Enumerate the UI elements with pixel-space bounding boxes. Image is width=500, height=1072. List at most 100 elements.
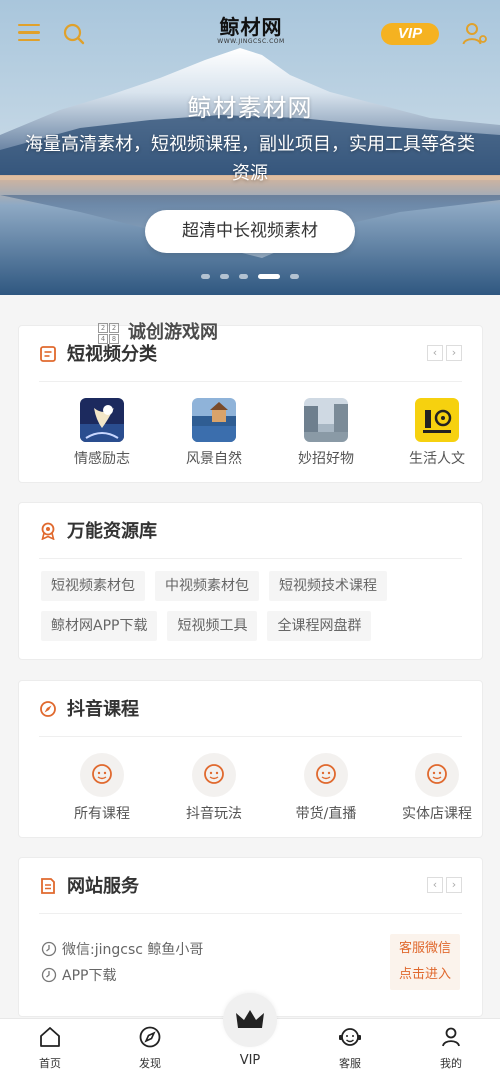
course-label: 所有课程 — [74, 806, 130, 822]
douyin-courses-card: 抖音课程 所有课程 抖音玩法 带货/直播 实体店课程 — [18, 680, 483, 838]
nav-home[interactable]: 首页 — [20, 1025, 80, 1071]
cart-logo-thumb — [415, 398, 459, 442]
app-page: 鲸材网 WWW.JINGCSC.COM VIP 鲸材素材网 海量高清素材，短视频… — [0, 0, 500, 1072]
category-item[interactable]: 情感励志 — [52, 398, 152, 468]
category-label: 生活人文 — [409, 451, 465, 467]
nav-vip[interactable] — [223, 993, 277, 1047]
watermark-text: 诚创游戏网 — [128, 322, 218, 343]
menu-icon[interactable] — [18, 24, 40, 42]
street-thumb — [304, 398, 348, 442]
moon-night-thumb — [80, 398, 124, 442]
resource-library-header: 万能资源库 — [39, 503, 462, 559]
resource-tag[interactable]: 鲸材网APP下载 — [41, 611, 158, 641]
watermark-grid: 2248 — [98, 323, 122, 345]
nav-profile[interactable]: 我的 — [421, 1025, 481, 1071]
category-label: 妙招好物 — [298, 451, 354, 467]
pager-prev-button[interactable]: ‹ — [427, 877, 443, 893]
service-header: 网站服务 ‹ › — [39, 858, 462, 914]
compass-icon — [40, 701, 56, 717]
douyin-courses-header: 抖音课程 — [39, 681, 462, 737]
resource-tag[interactable]: 短视频工具 — [167, 611, 258, 641]
nav-discover[interactable]: 发现 — [120, 1025, 180, 1071]
tag-row: 鲸材网APP下载 短视频工具 全课程网盘群 — [41, 611, 471, 649]
smile-chat-icon — [304, 753, 348, 797]
smile-chat-icon — [80, 753, 124, 797]
crown-icon — [236, 1010, 264, 1028]
vip-button[interactable]: VIP — [381, 23, 439, 45]
course-item[interactable]: 所有课程 — [47, 753, 157, 823]
nav-label: 我的 — [440, 1057, 462, 1070]
profile-icon — [442, 1027, 460, 1047]
carousel-dot[interactable] — [201, 274, 210, 279]
nav-label: 客服 — [339, 1057, 361, 1070]
search-icon[interactable] — [62, 22, 86, 46]
nav-label: 发现 — [139, 1057, 161, 1070]
course-label: 抖音玩法 — [186, 806, 242, 822]
pager-prev-button[interactable]: ‹ — [427, 345, 443, 361]
tag-row: 短视频素材包 中视频素材包 短视频技术课程 — [41, 571, 471, 609]
service-pager: ‹ › — [424, 877, 462, 893]
carousel-dot-active[interactable] — [258, 274, 280, 279]
carousel-dot[interactable] — [220, 274, 229, 279]
site-logo[interactable]: 鲸材网 WWW.JINGCSC.COM — [206, 16, 296, 45]
service-line-text: 微信:jingcsc 鲸鱼小哥 — [62, 942, 204, 958]
hero-title: 鲸材素材网 — [187, 94, 313, 122]
course-item[interactable]: 抖音玩法 — [159, 753, 269, 823]
service-lines: 微信:jingcsc 鲸鱼小哥 APP下载 — [41, 936, 203, 988]
service-button-line1: 客服微信 — [398, 941, 451, 956]
resource-tag[interactable]: 短视频素材包 — [41, 571, 145, 601]
bottom-nav: 首页 发现 VIP 客服 我的 — [0, 993, 500, 1072]
carousel-dots — [0, 274, 500, 279]
smile-chat-icon — [415, 753, 459, 797]
carousel-dot[interactable] — [239, 274, 248, 279]
douyin-courses-title: 抖音课程 — [67, 699, 139, 720]
resource-tag[interactable]: 短视频技术课程 — [269, 571, 387, 601]
home-icon — [40, 1027, 60, 1047]
lake-scenery-thumb — [192, 398, 236, 442]
clock-icon — [41, 941, 57, 957]
hero-cta-button[interactable]: 超清中长视频素材 — [145, 210, 355, 253]
short-video-pager: ‹ › — [424, 345, 462, 361]
document-icon — [41, 878, 55, 894]
resource-tags: 短视频素材包 中视频素材包 短视频技术课程 鲸材网APP下载 短视频工具 全课程网盘群 — [41, 571, 471, 651]
category-item[interactable]: 风景自然 — [164, 398, 264, 468]
pager-next-button[interactable]: › — [446, 877, 462, 893]
category-row: 情感励志 风景自然 妙招好物 生活人文 — [19, 398, 484, 468]
award-icon — [41, 522, 55, 540]
service-line-app[interactable]: APP下载 — [41, 962, 203, 988]
resource-library-card: 万能资源库 短视频素材包 中视频素材包 短视频技术课程 鲸材网APP下载 短视频工具全… — [18, 502, 483, 660]
clock-icon — [41, 967, 57, 983]
nav-label: 首页 — [39, 1057, 61, 1070]
resource-tag[interactable]: 全课程网盘群 — [267, 611, 372, 641]
hero-description: 海量高清素材，短视频课程，副业项目，实用工具等各类资源 — [25, 134, 475, 184]
course-item[interactable]: 实体店课程 — [382, 753, 492, 823]
logo-text: 鲸材网 — [219, 15, 283, 39]
top-bar: 鲸材网 WWW.JINGCSC.COM VIP — [0, 0, 500, 64]
list-icon — [40, 346, 56, 362]
category-item[interactable]: 生活人文 — [387, 398, 487, 468]
course-label: 带货/直播 — [295, 806, 357, 822]
logo-subtext: WWW.JINGCSC.COM — [217, 38, 285, 45]
hero-banner[interactable]: 鲸材网 WWW.JINGCSC.COM VIP 鲸材素材网 海量高清素材，短视频… — [0, 0, 500, 295]
pager-next-button[interactable]: › — [446, 345, 462, 361]
service-line-wechat[interactable]: 微信:jingcsc 鲸鱼小哥 — [41, 936, 203, 962]
nav-support[interactable]: 客服 — [320, 1025, 380, 1071]
category-label: 风景自然 — [186, 451, 242, 467]
compass-icon — [139, 1026, 161, 1048]
course-label: 实体店课程 — [402, 806, 472, 822]
user-icon[interactable] — [462, 22, 488, 46]
course-row: 所有课程 抖音玩法 带货/直播 实体店课程 — [19, 753, 484, 823]
short-video-card: 短视频分类 ‹ › 情感励志 风景自然 妙招好物 生活人文 — [18, 325, 483, 483]
smile-chat-icon — [192, 753, 236, 797]
resource-tag[interactable]: 中视频素材包 — [155, 571, 259, 601]
support-icon — [339, 1028, 361, 1046]
course-item[interactable]: 带货/直播 — [271, 753, 381, 823]
service-title: 网站服务 — [67, 876, 139, 897]
category-label: 情感励志 — [74, 451, 130, 467]
nav-vip-label[interactable]: VIP — [220, 1053, 280, 1068]
service-line-text: APP下载 — [62, 968, 117, 984]
carousel-dot[interactable] — [290, 274, 299, 279]
customer-service-button[interactable]: 客服微信 点击进入 — [390, 934, 460, 990]
category-item[interactable]: 妙招好物 — [276, 398, 376, 468]
service-button-line2: 点击进入 — [398, 967, 451, 982]
